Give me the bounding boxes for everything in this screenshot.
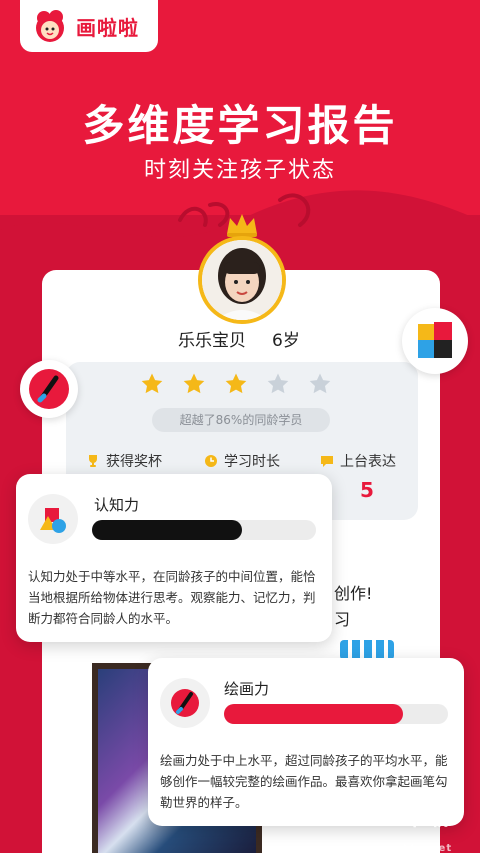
paint-brush-icon [29, 369, 69, 409]
clock-icon [205, 455, 217, 467]
mascot-icon [36, 10, 64, 42]
stat-award[interactable]: 获得奖杯 [86, 451, 162, 471]
watermark-domain: www.kkx.net [368, 843, 453, 853]
cognition-card[interactable]: 认知力 认知力处于中等水平，在同龄孩子的中间位置，能恰当地根据所给物体进行思考。… [16, 474, 332, 642]
avatar[interactable] [198, 236, 286, 324]
star-icon [183, 373, 205, 394]
puzzle-icon [418, 322, 452, 358]
cognition-icon-wrap [28, 494, 78, 544]
drawing-bar-track [224, 704, 448, 724]
stat-speech[interactable]: 上台表达 [320, 451, 396, 471]
logo-text: 画啦啦 [76, 15, 139, 40]
crown-icon [227, 214, 257, 237]
star-empty-icon [309, 373, 331, 394]
drawing-title: 绘画力 [224, 680, 270, 698]
hero-title: 多维度学习报告 [82, 101, 398, 150]
star-icon [225, 373, 247, 394]
decorative-stripes [340, 640, 394, 660]
watermark-text: KK下载 [368, 806, 451, 831]
stat-speech-label: 上台表达 [340, 454, 396, 470]
stat-study-label: 学习时长 [224, 454, 280, 470]
cognition-description: 认知力处于中等水平，在同龄孩子的中间位置，能恰当地根据所给物体进行思考。观察能力… [28, 569, 316, 626]
star-empty-icon [267, 373, 289, 394]
puzzle-side-button[interactable] [402, 308, 468, 374]
hero-subtitle: 时刻关注孩子状态 [143, 158, 336, 183]
stat-award-label: 获得奖杯 [106, 454, 162, 470]
partial-text-1: 创作! [334, 584, 373, 603]
profile-age: 6岁 [272, 331, 300, 351]
drawing-icon-wrap [160, 678, 210, 728]
cognition-title: 认知力 [94, 496, 140, 514]
profile-avatar-group [196, 212, 288, 324]
shapes-icon [40, 508, 66, 533]
brush-side-button[interactable] [20, 360, 78, 418]
app-logo: 画啦啦 [20, 0, 158, 52]
cognition-bar-track [92, 520, 316, 540]
cognition-bar-fill [92, 520, 243, 540]
star-icon [141, 373, 163, 394]
drawing-bar-fill [224, 704, 404, 724]
stat-speech-value: 5 [360, 478, 374, 502]
rating-stars [140, 372, 332, 396]
profile-name: 乐乐宝贝 [178, 331, 246, 351]
trophy-icon [89, 455, 97, 467]
stat-study-time[interactable]: 学习时长 [204, 451, 280, 471]
paint-brush-icon [171, 689, 199, 717]
child-photo [202, 240, 282, 320]
chat-bubble-icon [321, 456, 333, 467]
rank-badge: 超越了86%的同龄学员 [152, 408, 330, 432]
partial-text-2: 习 [334, 610, 351, 629]
watermark: KK下载 www.kkx.net [368, 800, 480, 853]
